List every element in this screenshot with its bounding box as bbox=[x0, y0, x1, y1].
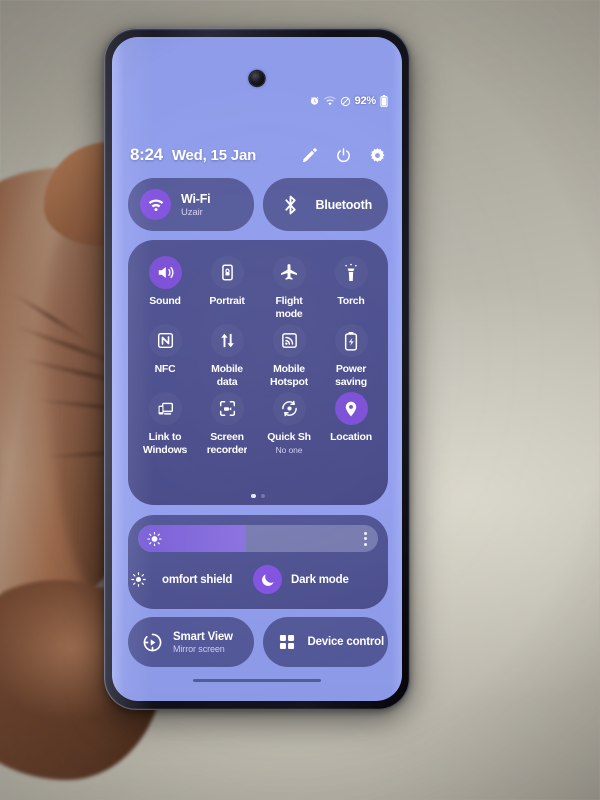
header-action-buttons bbox=[301, 147, 386, 164]
home-indicator[interactable] bbox=[193, 678, 321, 682]
tile-mobile-hotspot[interactable]: Mobile Hotspot bbox=[258, 324, 320, 388]
tile-label: Sound bbox=[149, 295, 181, 307]
wifi-tile-subtitle: Uzair bbox=[181, 206, 203, 218]
smart-view-subtitle: Mirror screen bbox=[173, 643, 225, 654]
screen-record-icon bbox=[211, 392, 244, 425]
cast-play-icon bbox=[140, 630, 164, 654]
rotation-lock-icon bbox=[211, 256, 244, 289]
edit-button[interactable] bbox=[301, 147, 318, 164]
brightness-slider[interactable] bbox=[138, 525, 378, 552]
connectivity-row: Wi-Fi Uzair Bluetooth bbox=[128, 178, 388, 231]
tile-location[interactable]: Location bbox=[320, 392, 382, 456]
tile-label: Location bbox=[330, 431, 372, 443]
menu-dot bbox=[364, 542, 367, 546]
dark-mode-label: Dark mode bbox=[291, 573, 349, 586]
flashlight-icon bbox=[335, 256, 368, 289]
tile-label: Portrait bbox=[209, 295, 245, 307]
wifi-icon bbox=[323, 95, 336, 107]
tile-nfc[interactable]: NFC bbox=[134, 324, 196, 388]
quick-settings-grid: Sound Portrait Flight mode Torch NFC Mob… bbox=[134, 256, 382, 456]
brightness-sun-icon bbox=[147, 531, 162, 546]
tile-sound[interactable]: Sound bbox=[134, 256, 196, 320]
tile-link-to-windows[interactable]: Link to Windows bbox=[134, 392, 196, 456]
smartphone-device: 92% 8:24 Wed, 15 Jan Wi-Fi Uzair Bluetoo… bbox=[104, 28, 410, 710]
quick-settings-tile-panel: Sound Portrait Flight mode Torch NFC Mob… bbox=[128, 240, 388, 505]
data-arrows-icon bbox=[211, 324, 244, 357]
tile-quick-share[interactable]: Quick Sh No one bbox=[258, 392, 320, 456]
smart-view-text: Smart View Mirror screen bbox=[173, 631, 233, 654]
tile-label: Flight mode bbox=[275, 295, 303, 320]
tile-label: Link to Windows bbox=[142, 431, 188, 456]
clock-date-block: 8:24 Wed, 15 Jan bbox=[130, 145, 256, 165]
link-windows-icon bbox=[149, 392, 182, 425]
tile-label: Quick Sh bbox=[267, 431, 311, 443]
tile-sublabel: No one bbox=[275, 444, 303, 455]
tile-flight-mode[interactable]: Flight mode bbox=[258, 256, 320, 320]
bluetooth-tile[interactable]: Bluetooth bbox=[262, 178, 388, 231]
menu-dot bbox=[364, 531, 367, 535]
moon-icon bbox=[253, 565, 282, 594]
device-control-title: Device control bbox=[307, 636, 385, 648]
wifi-tile-title: Wi-Fi bbox=[181, 191, 211, 206]
tile-label: Mobile Hotspot bbox=[270, 363, 308, 388]
eye-comfort-shield-toggle[interactable]: omfort shield bbox=[124, 565, 249, 594]
eye-comfort-label: omfort shield bbox=[162, 573, 233, 586]
tile-portrait[interactable]: Portrait bbox=[196, 256, 258, 320]
tile-label: Mobile data bbox=[211, 363, 243, 388]
dnd-icon bbox=[340, 96, 351, 107]
power-button[interactable] bbox=[335, 147, 352, 164]
location-pin-icon bbox=[334, 392, 368, 425]
grid-squares-icon bbox=[275, 630, 299, 654]
wifi-icon bbox=[140, 189, 171, 220]
status-bar: 92% bbox=[309, 95, 388, 107]
smart-view-tile[interactable]: Smart View Mirror screen bbox=[128, 617, 254, 667]
tile-screen-recorder[interactable]: Screen recorder bbox=[196, 392, 258, 456]
nfc-icon bbox=[149, 324, 182, 357]
power-icon bbox=[335, 147, 352, 164]
battery-percentage: 92% bbox=[354, 95, 377, 107]
pencil-icon bbox=[301, 147, 318, 164]
smart-view-title: Smart View bbox=[173, 630, 233, 643]
alarm-icon bbox=[309, 96, 320, 107]
page-dot[interactable] bbox=[260, 493, 265, 498]
page-dot-active[interactable] bbox=[251, 493, 256, 498]
airplane-icon bbox=[273, 256, 306, 289]
tile-label: Torch bbox=[337, 295, 365, 307]
tile-power-saving[interactable]: Power saving bbox=[320, 324, 382, 388]
gear-icon bbox=[369, 147, 386, 164]
brightness-toggle-row: omfort shield Dark mode bbox=[131, 565, 378, 594]
tile-label: NFC bbox=[154, 363, 176, 375]
wifi-tile[interactable]: Wi-Fi Uzair bbox=[128, 178, 254, 231]
brightness-panel: omfort shield Dark mode bbox=[128, 515, 388, 609]
tile-label: Power saving bbox=[335, 363, 367, 388]
phone-screen: 92% 8:24 Wed, 15 Jan Wi-Fi Uzair Bluetoo… bbox=[112, 37, 402, 701]
front-camera-punch-hole bbox=[249, 71, 265, 86]
tile-torch[interactable]: Torch bbox=[320, 256, 382, 320]
quick-share-icon bbox=[273, 392, 306, 425]
page-indicator[interactable] bbox=[128, 493, 388, 498]
clock-date: Wed, 15 Jan bbox=[171, 147, 257, 164]
eye-comfort-icon bbox=[124, 565, 153, 594]
speaker-icon bbox=[148, 256, 182, 289]
bluetooth-tile-title: Bluetooth bbox=[315, 197, 373, 212]
wifi-tile-text: Wi-Fi Uzair bbox=[181, 191, 211, 218]
kebab-menu-icon[interactable] bbox=[364, 531, 367, 546]
battery-icon bbox=[380, 95, 388, 107]
settings-button[interactable] bbox=[369, 147, 386, 164]
quick-settings-header: 8:24 Wed, 15 Jan bbox=[130, 145, 386, 165]
clock-time: 8:24 bbox=[130, 145, 163, 164]
tile-mobile-data[interactable]: Mobile data bbox=[196, 324, 258, 388]
device-control-text: Device control bbox=[307, 636, 385, 648]
menu-dot bbox=[364, 537, 367, 540]
battery-saver-icon bbox=[335, 324, 368, 357]
dark-mode-toggle[interactable]: Dark mode bbox=[253, 565, 378, 594]
tile-label: Screen recorder bbox=[206, 431, 248, 456]
bottom-action-row: Smart View Mirror screen Device control bbox=[128, 617, 388, 667]
hotspot-icon bbox=[273, 324, 306, 357]
device-control-tile[interactable]: Device control bbox=[262, 617, 388, 667]
bluetooth-tile-text: Bluetooth bbox=[316, 198, 373, 212]
bluetooth-icon bbox=[275, 189, 306, 220]
